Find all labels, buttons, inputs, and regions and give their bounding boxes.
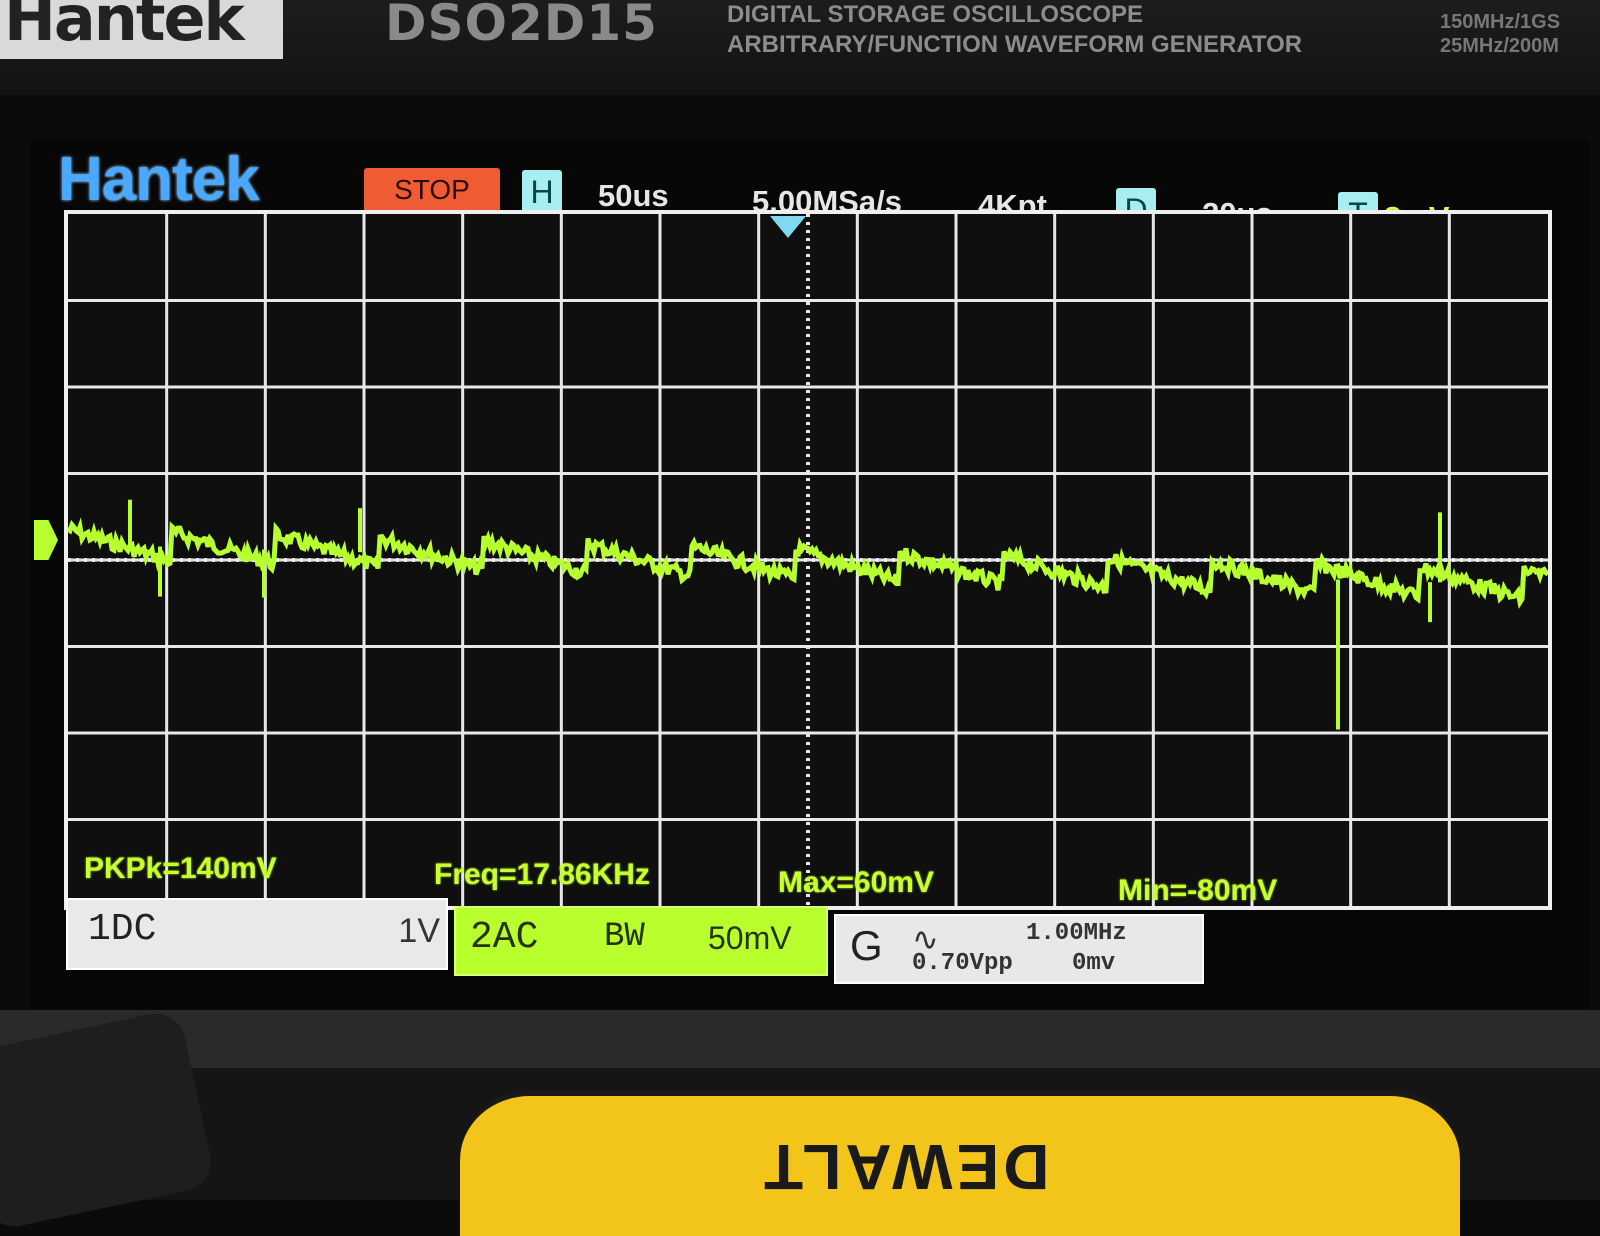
device-description-line1: DIGITAL STORAGE OSCILLOSCOPE xyxy=(727,1,1144,28)
horizontal-icon[interactable]: H xyxy=(522,170,562,214)
channel2-level-marker[interactable] xyxy=(34,520,58,560)
channel1-box[interactable]: 1DC 1V xyxy=(66,898,448,970)
device-ledge xyxy=(0,1010,1600,1070)
device-spec-line2: 25MHz/200M xyxy=(1440,35,1559,57)
run-stop-status[interactable]: STOP xyxy=(364,168,500,212)
channel1-label: 1DC xyxy=(88,908,157,951)
device-spec-line1: 150MHz/1GS xyxy=(1440,11,1561,33)
measurement-max: Max=60mV xyxy=(778,866,934,899)
timebase-value: 50us xyxy=(598,178,669,213)
channel2-box[interactable]: 2AC BW 50mV xyxy=(454,906,828,976)
measurement-min: Min=-80mV xyxy=(1118,874,1278,907)
hantek-logo: Hantek xyxy=(58,145,260,214)
channel2-bandwidth: BW xyxy=(604,918,645,956)
device-bezel: Hantek DSO2D15 DIGITAL STORAGE OSCILLOSC… xyxy=(0,0,1600,95)
scope-graticule: PKPk=140mV Freq=17.86KHz Max=60mV Min=-8… xyxy=(64,210,1552,910)
device-model: DSO2D15 xyxy=(385,0,658,52)
trigger-position-marker[interactable] xyxy=(770,216,806,238)
measurement-freq: Freq=17.86KHz xyxy=(434,858,650,891)
measurement-pkpk: PKPk=140mV xyxy=(84,852,277,885)
generator-amplitude: 0.70Vpp xyxy=(912,950,1013,977)
channel2-label: 2AC xyxy=(470,916,539,959)
device-brand: Hantek xyxy=(0,0,283,59)
generator-box[interactable]: G ∿ 1.00MHz 0.70Vpp 0mv xyxy=(834,914,1204,984)
generator-offset: 0mv xyxy=(1072,950,1116,977)
battery-pack: DEWALT xyxy=(460,1090,1460,1236)
device-description-line2: ARBITRARY/FUNCTION WAVEFORM GENERATOR xyxy=(727,31,1303,58)
generator-frequency: 1.00MHz xyxy=(1026,920,1127,947)
generator-label: G xyxy=(850,922,883,969)
device-description: DIGITAL STORAGE OSCILLOSCOPE ARBITRARY/F… xyxy=(727,0,1302,60)
battery-brand: DEWALT xyxy=(760,1131,1050,1203)
channel1-scale: 1V xyxy=(398,912,440,950)
channel2-scale: 50mV xyxy=(708,920,792,956)
graticule-svg xyxy=(68,214,1548,906)
scope-screen: Hantek STOP H 50us 5.00MSa/s 4Kpt D 20us… xyxy=(30,140,1590,1018)
device-spec: 150MHz/1GS 25MHz/200M xyxy=(1440,10,1560,58)
